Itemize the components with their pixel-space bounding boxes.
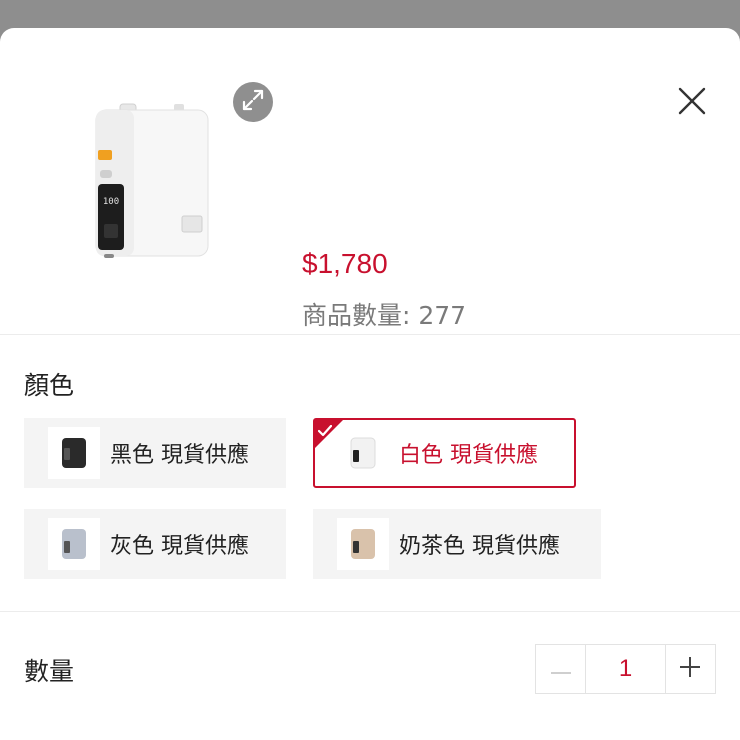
option-thumbnail — [337, 518, 389, 570]
option-label: 灰色 現貨供應 — [110, 534, 249, 559]
expand-icon — [241, 88, 265, 116]
option-thumbnail — [337, 427, 389, 479]
option-label: 奶茶色 現貨供應 — [399, 534, 560, 559]
stock-quantity: 商品數量: 277 — [302, 296, 466, 332]
plus-icon — [679, 656, 701, 682]
minus-icon — [550, 660, 572, 679]
quantity-section-title: 數量 — [24, 657, 75, 686]
stock-label: 商品數量: — [302, 301, 419, 330]
expand-image-button[interactable] — [233, 82, 273, 122]
increase-button[interactable] — [666, 645, 715, 693]
close-icon — [677, 86, 707, 120]
decrease-button[interactable] — [536, 645, 585, 693]
color-option-milk-tea[interactable]: 奶茶色 現貨供應 — [313, 509, 601, 579]
product-price: $1,780 — [302, 248, 388, 279]
divider — [0, 334, 740, 335]
divider — [0, 611, 740, 612]
color-option-white[interactable]: 白色 現貨供應 — [313, 418, 576, 488]
stock-count: 277 — [418, 301, 467, 330]
color-section-title: 顏色 — [24, 371, 75, 400]
option-label: 黑色 現貨供應 — [110, 443, 249, 468]
quantity-stepper: 1 — [535, 644, 716, 694]
svg-text:100: 100 — [103, 197, 119, 207]
option-label: 白色 現貨供應 — [399, 443, 538, 468]
option-thumbnail — [48, 427, 100, 479]
color-option-black[interactable]: 黑色 現貨供應 — [24, 418, 286, 488]
option-thumbnail — [48, 518, 100, 570]
quantity-value[interactable]: 1 — [585, 645, 666, 693]
product-options-sheet: 100 $1,780 商品數量: 277 顏色 黑色 現貨供應 白色 現貨供應 … — [0, 28, 740, 740]
product-image: 100 — [78, 96, 228, 286]
checkmark-icon — [317, 422, 333, 441]
close-button[interactable] — [672, 83, 712, 123]
color-option-gray[interactable]: 灰色 現貨供應 — [24, 509, 286, 579]
